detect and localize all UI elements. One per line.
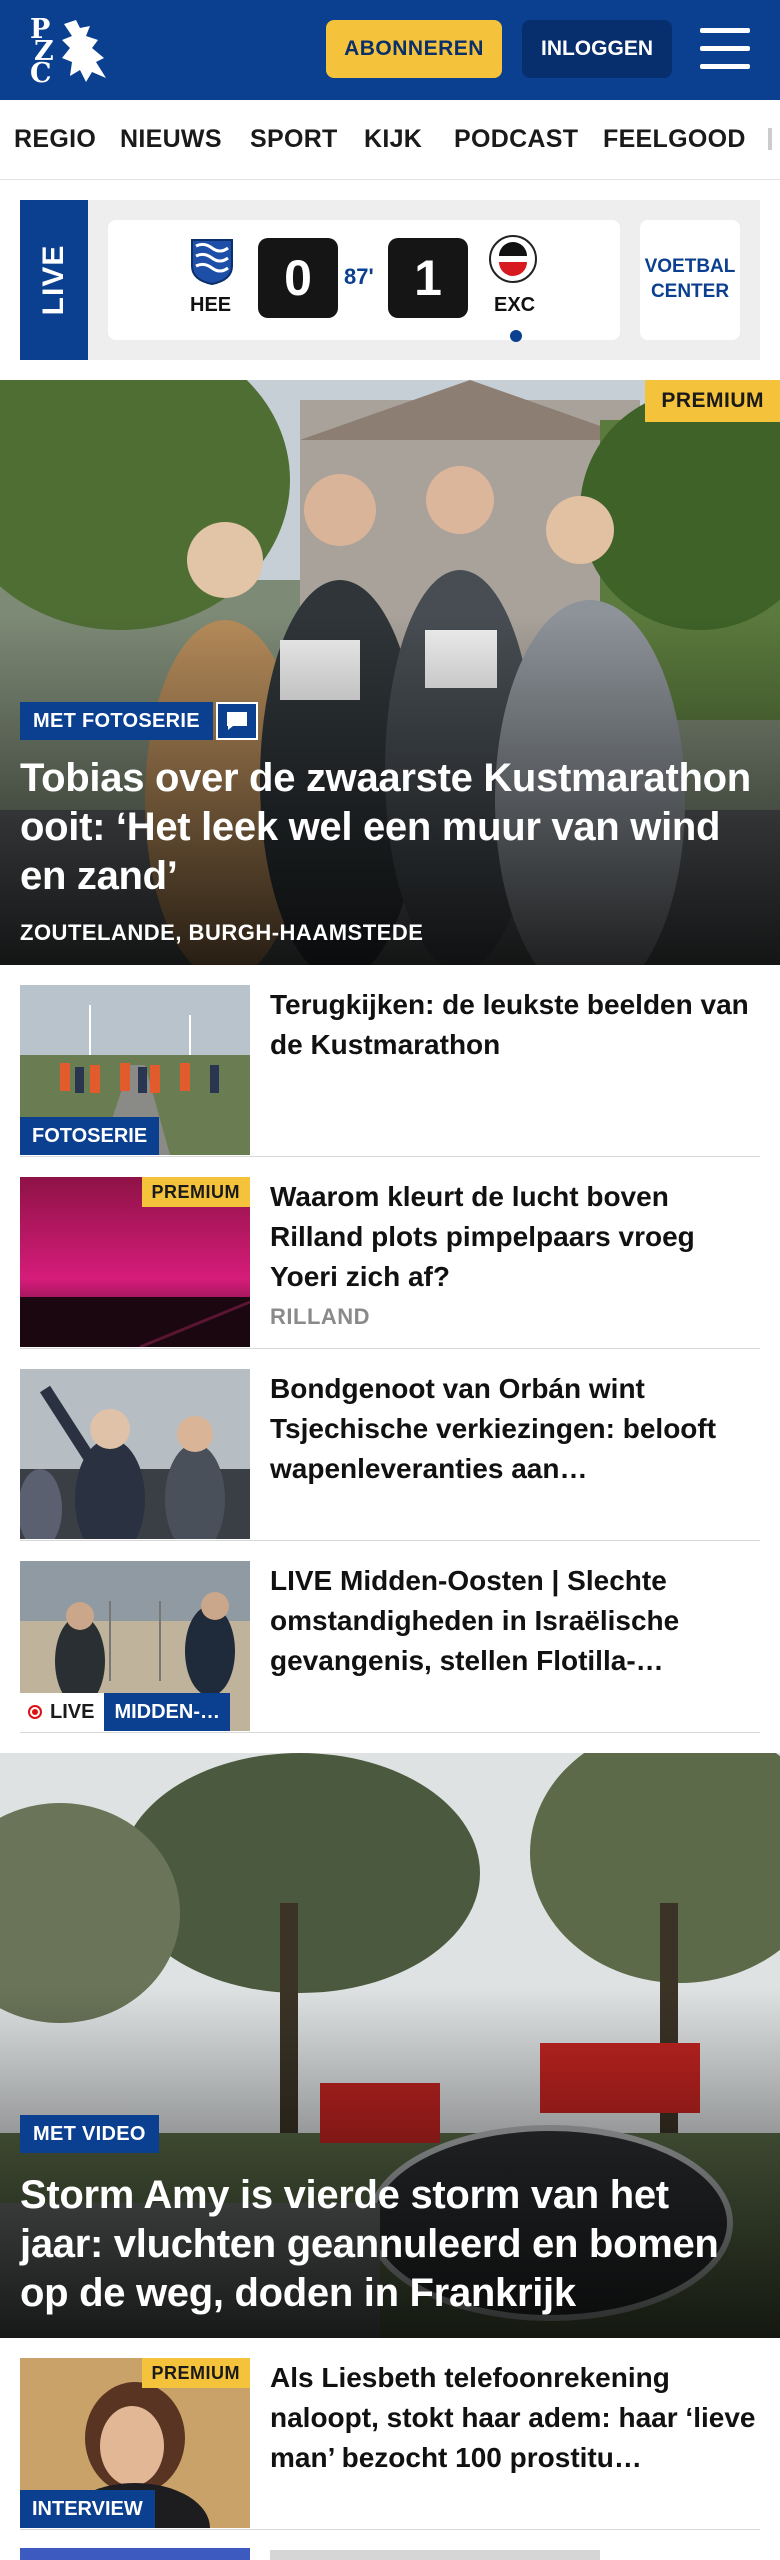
article-title[interactable]: Als Liesbeth telefoonrekening naloopt, s…	[270, 2358, 760, 2478]
away-team: EXC	[494, 294, 536, 316]
premium-badge: PREMIUM	[141, 1177, 250, 1207]
nav-item-nieuws[interactable]: NIEUWS	[120, 125, 222, 154]
site-header: P Z C ABONNEREN INLOGGEN	[0, 0, 780, 100]
match-score-card[interactable]: HEE 0 87' 1 EXC	[108, 220, 620, 342]
article-thumbnail: PREMIUM	[20, 1177, 250, 1347]
article-thumbnail: LIVE MIDDEN-…	[20, 1561, 250, 1731]
fotoserie-tag: MET FOTOSERIE	[20, 702, 213, 740]
comment-icon	[216, 702, 258, 740]
live-topic-label: LIVE MIDDEN-…	[20, 1693, 230, 1731]
list-item[interactable]: PREMIUM INTERVIEW Als Liesbeth telefoonr…	[20, 2358, 760, 2530]
article-thumbnail	[20, 1369, 250, 1539]
nav-overflow-indicator	[768, 128, 772, 150]
list-item[interactable]: Bondgenoot van Orbán wint Tsjechische ve…	[20, 1369, 760, 1541]
next-title-partial	[270, 2550, 600, 2560]
live-score-widget: LIVE HEE 0 87' 1 EXC VOETBAL CENTER	[20, 200, 760, 360]
hero-article-kustmarathon[interactable]: PREMIUM MET FOTOSERIE Tobias over de zwa…	[0, 380, 780, 965]
list-item[interactable]: LIVE MIDDEN-… LIVE Midden-Oosten | Slech…	[20, 1561, 760, 1733]
lion-emblem-icon	[62, 20, 106, 82]
article-title[interactable]: Waarom kleurt de lucht boven Rilland plo…	[270, 1177, 760, 1297]
live-tag: LIVE	[20, 200, 88, 360]
list-item[interactable]: FOTOSERIE Terugkijken: de leukste beelde…	[20, 985, 760, 1157]
article-thumbnail: PREMIUM INTERVIEW	[20, 2358, 250, 2528]
video-tag: MET VIDEO	[20, 2115, 159, 2153]
section-nav: REGIO NIEUWS SPORT KIJK PODCAST FEELGOOD	[0, 100, 780, 180]
premium-badge: PREMIUM	[645, 380, 780, 422]
pzc-logo[interactable]: P Z C	[30, 16, 110, 89]
match-minute: 87'	[344, 264, 374, 289]
nav-item-kijk[interactable]: KIJK	[364, 125, 422, 154]
interview-label: INTERVIEW	[20, 2490, 155, 2528]
premium-badge: PREMIUM	[141, 2358, 250, 2388]
live-badge: LIVE	[20, 1693, 105, 1731]
article-thumbnail: FOTOSERIE	[20, 985, 250, 1155]
nav-item-podcast[interactable]: PODCAST	[454, 125, 578, 154]
nav-item-feelgood[interactable]: FEELGOOD	[603, 125, 746, 154]
fotoserie-label: FOTOSERIE	[20, 1117, 160, 1155]
hero-title[interactable]: Storm Amy is vierde storm van het jaar: …	[20, 2171, 760, 2318]
nav-item-regio[interactable]: REGIO	[14, 125, 96, 154]
logo-letter-c: C	[30, 58, 52, 89]
hero-title[interactable]: Tobias over de zwaarste Kustmara­thon oo…	[20, 754, 760, 901]
nav-item-sport[interactable]: SPORT	[250, 125, 338, 154]
article-title[interactable]: Terugkijken: de leukste beelden van de K…	[270, 985, 760, 1065]
menu-icon[interactable]	[700, 28, 750, 70]
away-score: 1	[388, 238, 468, 318]
hero-article-storm-amy[interactable]: MET VIDEO Storm Amy is vierde storm van …	[0, 1753, 780, 2338]
politician-crowd-image	[20, 1369, 250, 1539]
home-crest-icon	[191, 239, 233, 286]
list-item[interactable]: PREMIUM Waarom kleurt de lucht boven Ril…	[20, 1177, 760, 1349]
hero-location: ZOUTELANDE, BURGH-HAAMSTEDE	[20, 920, 424, 945]
login-button[interactable]: INLOGGEN	[522, 20, 672, 78]
topic-badge: MIDDEN-…	[104, 1693, 230, 1731]
article-title[interactable]: Bondgenoot van Orbán wint Tsjechische ve…	[270, 1369, 760, 1489]
voetbal-center-link[interactable]: VOETBAL CENTER	[640, 220, 740, 340]
article-title[interactable]: LIVE Midden-Oosten | Slechte omstandighe…	[270, 1561, 760, 1681]
live-indicator-dot	[510, 330, 522, 342]
home-team: HEE	[190, 294, 232, 316]
home-score: 0	[258, 238, 338, 318]
article-location: RILLAND	[270, 1304, 371, 1329]
live-dot-icon	[28, 1705, 42, 1719]
away-crest-icon	[489, 235, 537, 283]
next-thumbnail-partial	[20, 2548, 250, 2560]
subscribe-button[interactable]: ABONNEREN	[326, 20, 502, 78]
